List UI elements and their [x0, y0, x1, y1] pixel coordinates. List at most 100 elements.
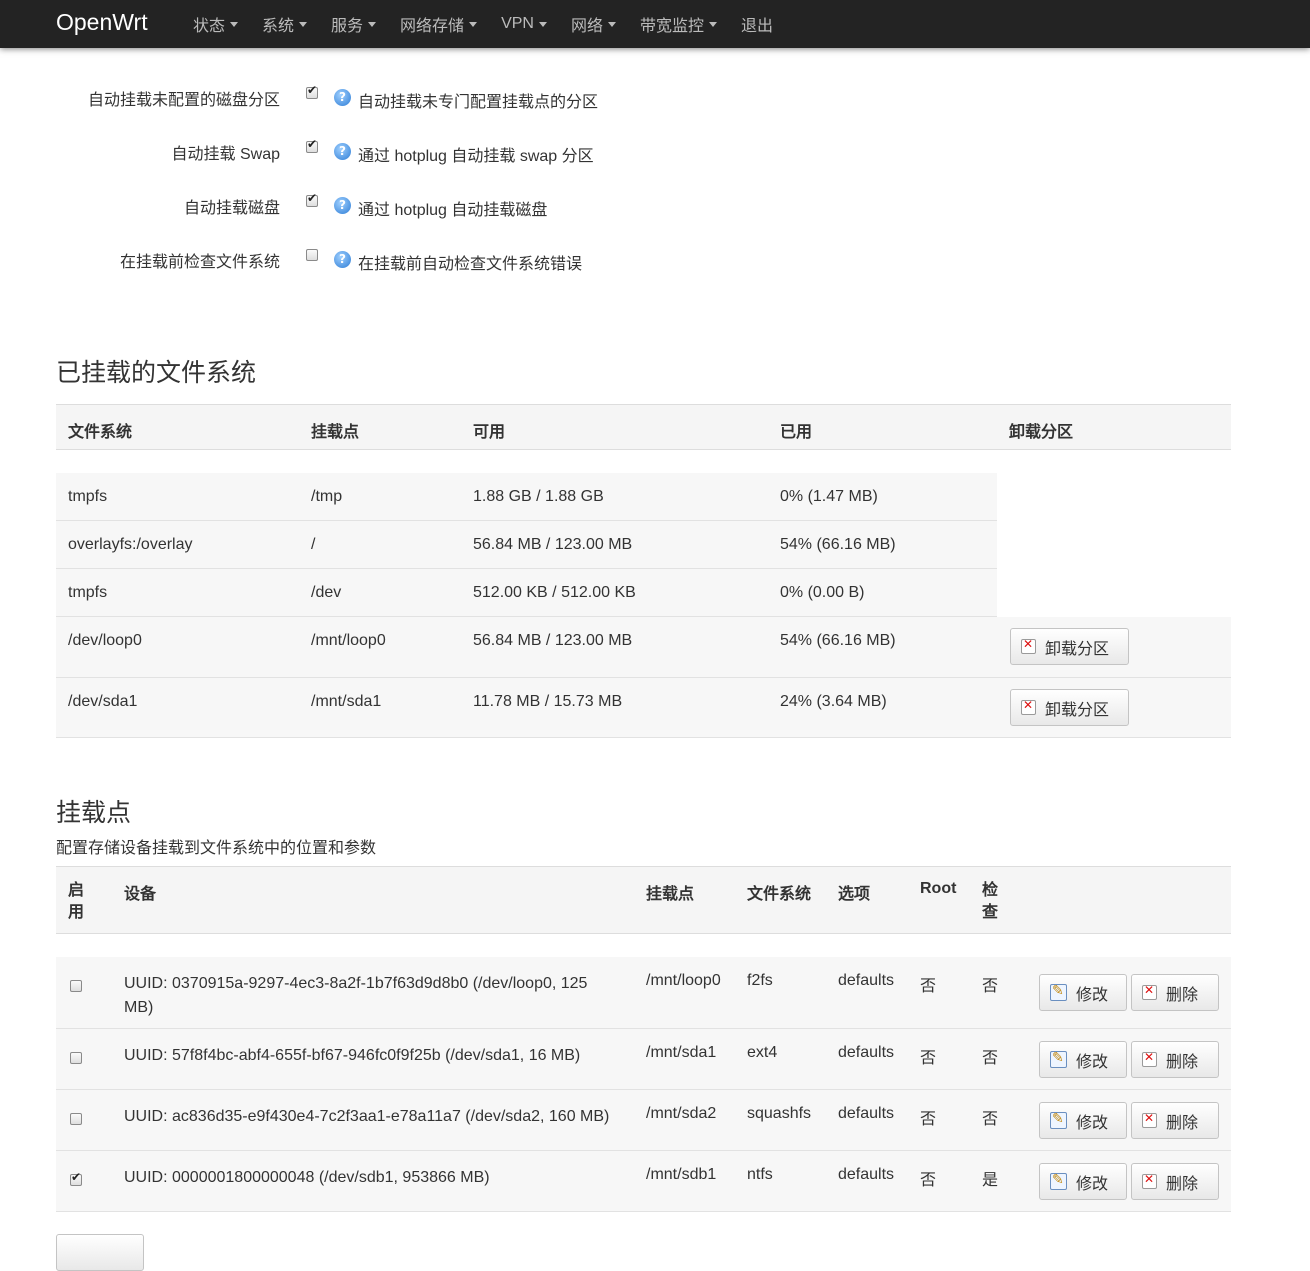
mountpoints-description: 配置存储设备挂载到文件系统中的位置和参数	[56, 840, 377, 857]
cell-mountpoint: /mnt/sda2	[646, 1105, 717, 1122]
cell-device: UUID: 0000001800000048 (/dev/sdb1, 95386…	[124, 1169, 490, 1186]
table-row: /dev/sda1/mnt/sda1 11.78 MB / 15.73 MB 24%…	[56, 678, 1231, 738]
col-used: 已用	[780, 424, 813, 441]
col-check: 检查	[982, 882, 999, 921]
cell-used: 24% (3.64 MB)	[780, 693, 887, 710]
enable-checkbox[interactable]	[70, 980, 82, 992]
mountpoints-title: 挂载点	[56, 799, 132, 827]
nav-item-4[interactable]: VPN	[501, 15, 547, 33]
caret-down-icon	[469, 21, 478, 27]
cell-root: 否	[920, 1050, 937, 1067]
cell-mountpoint: /mnt/loop0	[646, 972, 721, 989]
cell-check: 否	[982, 1050, 999, 1067]
nav-item-5[interactable]: 网络	[571, 12, 616, 36]
caret-down-icon	[538, 21, 547, 27]
cell-filesystem: ntfs	[747, 1166, 773, 1183]
col-available: 可用	[473, 424, 506, 441]
table-row: overlayfs:/overlay / 56.84 MB / 123.00 MB 5…	[56, 521, 997, 569]
cell-mountpoint: /mnt/sda1	[311, 693, 382, 710]
brand-logo[interactable]: OpenWrt	[56, 9, 148, 36]
delete-icon	[1142, 983, 1157, 1000]
cell-filesystem: ext4	[747, 1044, 778, 1061]
nav-item-label: VPN	[501, 15, 534, 32]
enable-checkbox[interactable]	[70, 1170, 82, 1186]
nav-item-3[interactable]: 网络存储	[400, 12, 478, 36]
cell-mountpoint: /mnt/sda1	[646, 1044, 717, 1061]
delete-button[interactable]: 删除	[1131, 1102, 1219, 1139]
setting-checkbox[interactable]	[306, 249, 318, 261]
delete-button[interactable]: 删除	[1131, 974, 1219, 1011]
setting-checkbox[interactable]	[306, 191, 318, 207]
cell-root: 否	[920, 978, 937, 995]
edit-button[interactable]: 修改	[1039, 974, 1127, 1011]
setting-checkbox[interactable]	[306, 137, 318, 153]
cell-mountpoint: /	[311, 536, 316, 553]
col-device: 设备	[124, 886, 157, 903]
table-row: tmpfs/dev 512.00 KB / 512.00 KB 0% (0.00 B…	[56, 569, 997, 617]
nav-item-label: 带宽监控	[639, 18, 704, 35]
setting-help-text: 在挂载前自动检查文件系统错误	[358, 256, 583, 273]
col-filesystem: 文件系统	[747, 886, 812, 903]
remove-icon	[1021, 637, 1036, 654]
edit-icon	[1050, 982, 1067, 1001]
cell-options: defaults	[838, 972, 895, 989]
unmount-button[interactable]: 卸载分区	[1010, 689, 1129, 726]
cell-available: 56.84 MB / 123.00 MB	[473, 536, 633, 553]
setting-row: 自动挂载未配置的磁盘分区? 自动挂载未专门配置挂载点的分区	[0, 83, 1310, 116]
table-row: UUID: 57f8f4bc-abf4-655f-bf67-946fc0f9f2…	[56, 1029, 1231, 1090]
table-row: UUID: ac836d35-e9f430e4-7c2f3aa1-e78a11a…	[56, 1090, 1231, 1151]
help-icon: ?	[334, 143, 351, 160]
col-mountpoint: 挂载点	[646, 886, 695, 903]
col-filesystem: 文件系统	[68, 424, 133, 441]
edit-button[interactable]: 修改	[1039, 1041, 1127, 1078]
cell-filesystem: /dev/loop0	[68, 632, 142, 649]
edit-button-label: 修改	[1076, 986, 1109, 1004]
cell-mountpoint: /mnt/sdb1	[646, 1166, 717, 1183]
table-row: UUID: 0000001800000048 (/dev/sdb1, 95386…	[56, 1151, 1231, 1212]
edit-button[interactable]: 修改	[1039, 1163, 1127, 1200]
nav-item-1[interactable]: 系统	[262, 12, 308, 36]
nav-item-2[interactable]: 服务	[331, 12, 377, 36]
edit-button[interactable]: 修改	[1039, 1102, 1127, 1139]
main-menu: 状态 系统 服务 网络存储 VPN 网络 带宽监控 退出	[193, 0, 797, 48]
nav-item-label: 服务	[331, 18, 364, 35]
cell-check: 否	[982, 1111, 999, 1128]
cell-available: 11.78 MB / 15.73 MB	[473, 693, 623, 710]
nav-item-6[interactable]: 带宽监控	[640, 12, 717, 36]
delete-button[interactable]: 删除	[1131, 1163, 1219, 1200]
delete-icon	[1142, 1172, 1157, 1189]
caret-down-icon	[299, 21, 308, 27]
caret-down-icon	[368, 21, 377, 27]
nav-item-label: 系统	[262, 18, 295, 35]
help-icon: ?	[334, 251, 351, 268]
setting-row: 自动挂载 Swap? 通过 hotplug 自动挂载 swap 分区	[0, 137, 1310, 170]
cell-filesystem: tmpfs	[68, 584, 108, 601]
caret-down-icon	[709, 21, 717, 27]
help-icon: ?	[334, 89, 351, 106]
nav-item-0[interactable]: 状态	[193, 12, 239, 36]
nav-item-7[interactable]: 退出	[741, 12, 773, 36]
cell-options: defaults	[838, 1044, 895, 1061]
cell-root: 否	[920, 1111, 937, 1128]
setting-checkbox[interactable]	[306, 83, 318, 99]
enable-checkbox[interactable]	[70, 1113, 82, 1125]
edit-icon	[1050, 1110, 1067, 1129]
edit-icon	[1050, 1171, 1067, 1190]
enable-checkbox[interactable]	[70, 1052, 82, 1064]
add-button[interactable]	[56, 1234, 144, 1271]
cell-check: 否	[982, 978, 999, 995]
cell-filesystem: squashfs	[747, 1105, 812, 1122]
unmount-button-label: 卸载分区	[1045, 640, 1110, 658]
cell-available: 1.88 GB / 1.88 GB	[473, 488, 604, 505]
delete-button[interactable]: 删除	[1131, 1041, 1219, 1078]
delete-button-label: 删除	[1166, 1114, 1199, 1132]
setting-row: 自动挂载磁盘? 通过 hotplug 自动挂载磁盘	[0, 191, 1310, 224]
help-icon: ?	[334, 197, 351, 214]
cell-device: UUID: 0370915a-9297-4ec3-8a2f-1b7f63d9d8…	[124, 975, 588, 1016]
edit-button-label: 修改	[1076, 1114, 1109, 1132]
edit-button-label: 修改	[1076, 1175, 1109, 1193]
nav-item-label: 退出	[741, 18, 774, 35]
col-root: Root	[920, 880, 957, 897]
setting-help-text: 通过 hotplug 自动挂载磁盘	[358, 202, 548, 219]
unmount-button[interactable]: 卸载分区	[1010, 628, 1129, 665]
